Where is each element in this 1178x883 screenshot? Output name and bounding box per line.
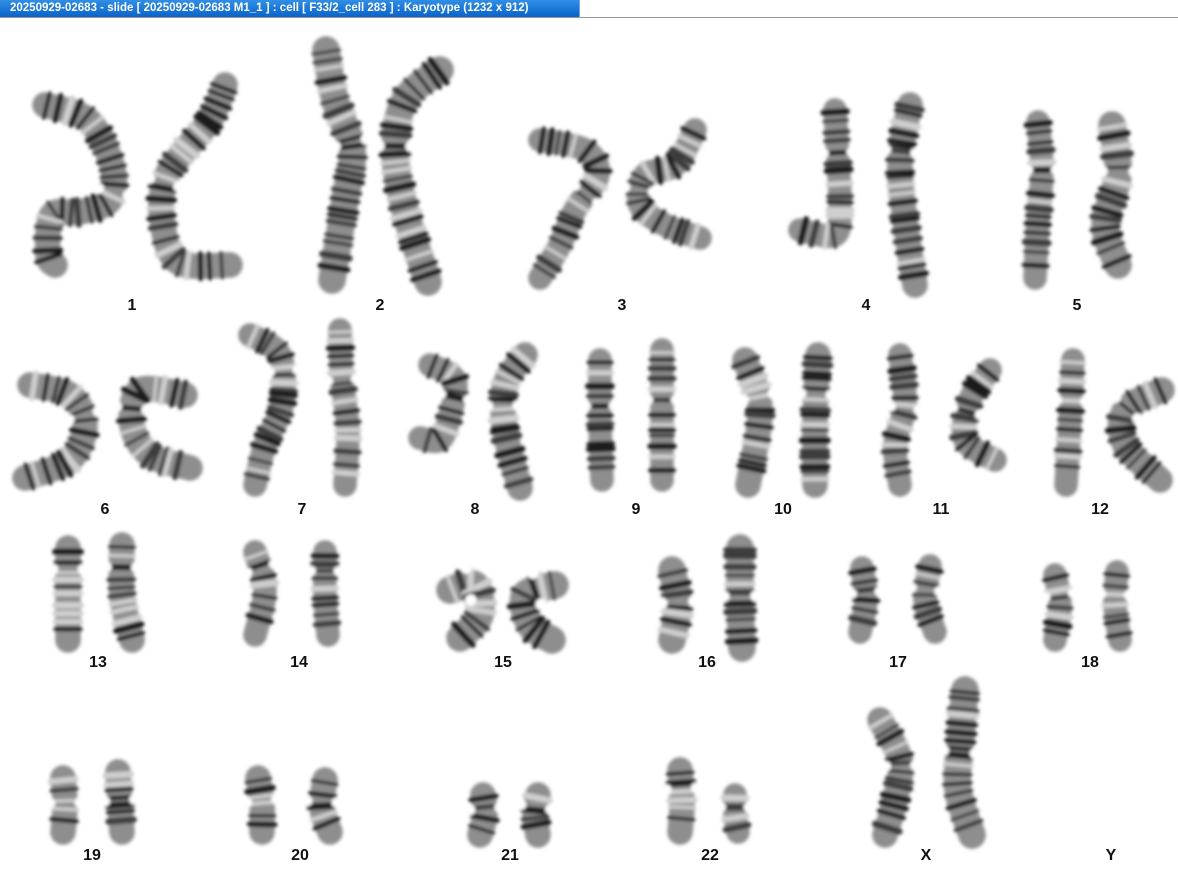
label-chr-20: 20 <box>291 847 309 864</box>
label-chr-10: 10 <box>774 501 792 518</box>
chromosome-14b <box>306 540 344 647</box>
chromosome-19b <box>99 759 140 845</box>
chromosome-20b <box>301 767 343 845</box>
chromosome-6b <box>111 375 203 481</box>
chromosome-2a <box>311 36 373 294</box>
label-chr-15: 15 <box>494 654 512 671</box>
chromosome-2b <box>373 56 454 296</box>
chromosome-22a <box>661 757 702 845</box>
chromosome-18b <box>1096 560 1134 652</box>
chromosome-6a <box>12 370 104 491</box>
chromosome-8b <box>482 342 538 501</box>
chromosome-18a <box>1040 563 1078 652</box>
label-chr-13: 13 <box>89 654 107 671</box>
chromosome-7b <box>323 318 363 497</box>
label-chr-21: 21 <box>501 847 519 864</box>
chromosome-16a <box>656 556 700 654</box>
chromosome-10b <box>795 342 837 498</box>
label-chr-19: 19 <box>83 847 101 864</box>
label-chr-7: 7 <box>297 501 307 518</box>
chromosome-13a <box>47 535 89 653</box>
label-chr-4: 4 <box>861 297 871 314</box>
label-chr-8: 8 <box>470 501 480 518</box>
chromosome-9b <box>643 338 681 492</box>
chromosome-8a <box>408 353 473 454</box>
label-chr-9: 9 <box>631 501 641 518</box>
chromosome-21a <box>464 782 505 848</box>
chromosome-xa <box>867 707 921 848</box>
chromosome-13b <box>101 532 146 653</box>
label-chr-x: X <box>920 847 932 864</box>
label-chr-16: 16 <box>698 654 716 671</box>
chromosome-12a <box>1052 348 1090 497</box>
chromosome-3b <box>620 118 712 250</box>
chromosome-15b <box>506 567 569 654</box>
karyotype-image <box>12 36 1175 849</box>
label-chr-17: 17 <box>889 654 907 671</box>
chromosome-5a <box>1021 110 1061 290</box>
label-chr-11: 11 <box>932 501 950 518</box>
chromosome-22b <box>716 783 754 844</box>
chromosome-4a <box>788 98 857 250</box>
label-chr-6: 6 <box>100 501 110 518</box>
chromosome-3a <box>528 126 613 290</box>
chromosome-xb <box>937 676 986 849</box>
label-chr-y: Y <box>1105 847 1117 864</box>
chromosome-11a <box>880 343 924 497</box>
chromosome-12b <box>1104 377 1175 493</box>
chromosome-15a <box>436 562 498 652</box>
label-chr-5: 5 <box>1072 297 1082 314</box>
chromosome-14a <box>242 540 280 647</box>
label-chr-22: 22 <box>701 847 719 864</box>
label-chr-1: 1 <box>127 297 137 314</box>
label-chr-3: 3 <box>617 297 627 314</box>
chromosome-7a <box>238 323 302 497</box>
chromosome-5b <box>1089 111 1140 279</box>
chromosome-1b <box>144 72 243 282</box>
chromosome-19a <box>44 765 86 845</box>
chromosome-16b <box>718 534 762 662</box>
chromosome-4b <box>880 92 929 298</box>
chromosome-10a <box>731 347 779 498</box>
chromosome-11b <box>948 358 1007 472</box>
chromosome-21b <box>515 782 556 848</box>
chromosome-17b <box>907 554 947 644</box>
label-chr-2: 2 <box>375 297 385 314</box>
chromosome-9a <box>581 348 619 492</box>
chromosome-20a <box>241 765 282 845</box>
chromosome-17a <box>847 556 885 644</box>
label-chr-18: 18 <box>1081 654 1099 671</box>
chromosome-1a <box>32 91 134 278</box>
label-chr-14: 14 <box>290 654 308 671</box>
label-chr-12: 12 <box>1091 501 1109 518</box>
